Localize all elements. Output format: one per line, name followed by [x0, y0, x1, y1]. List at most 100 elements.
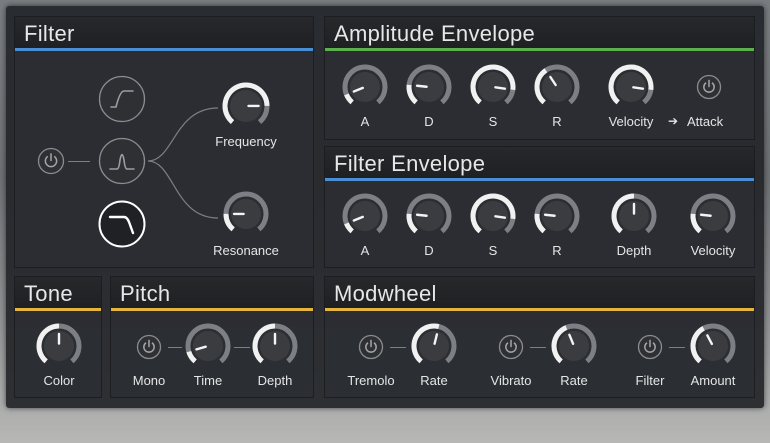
amp-release-label: R — [552, 114, 562, 129]
filter-env-attack-knob[interactable] — [342, 193, 388, 239]
amp-attack-label: A — [360, 114, 370, 129]
frequency-label: Frequency — [215, 134, 277, 149]
pitch-time-knob[interactable] — [185, 323, 231, 369]
tremolo-rate-label: Rate — [420, 373, 448, 388]
filter-env-sustain-knob[interactable] — [470, 193, 516, 239]
knob-dial — [690, 323, 736, 364]
knob-dial — [223, 191, 269, 232]
pitch-time-label: Time — [193, 373, 223, 388]
tremolo-rate-knob[interactable] — [411, 323, 457, 369]
knob-pointer — [632, 86, 645, 90]
pitch-header: Pitch — [111, 277, 313, 311]
pitch-knob-connector — [234, 347, 250, 348]
knob-dial — [608, 64, 654, 105]
filter-mode-bandpass-button[interactable] — [98, 137, 146, 185]
filter-mod-connector — [669, 347, 685, 348]
tremolo-connector — [390, 347, 406, 348]
filter-env-depth-label: Depth — [616, 243, 652, 258]
mono-label: Mono — [132, 373, 166, 388]
modwheel-header: Modwheel — [325, 277, 754, 311]
knob-dial — [534, 64, 580, 105]
power-icon — [637, 334, 663, 360]
filter-header: Filter — [15, 17, 313, 51]
knob-dial — [342, 64, 388, 105]
amp-decay-knob[interactable] — [406, 64, 452, 110]
resonance-knob[interactable] — [223, 191, 269, 237]
knob-dial — [222, 82, 270, 125]
modwheel-title: Modwheel — [334, 281, 437, 306]
filter-mod-power-button[interactable] — [637, 334, 663, 360]
knob-pointer — [543, 213, 556, 217]
amp-velocity-label: Velocity — [608, 114, 654, 129]
color-label: Color — [43, 373, 75, 388]
tremolo-label: Tremolo — [347, 373, 395, 388]
knob-dial — [411, 323, 457, 364]
amp-sustain-label: S — [488, 114, 498, 129]
power-icon — [358, 334, 384, 360]
amp-velocity-knob[interactable] — [608, 64, 654, 110]
knob-dial — [551, 323, 597, 364]
pitch-title: Pitch — [120, 281, 171, 306]
power-icon — [37, 147, 65, 175]
filter-mode-lowpass-button[interactable] — [98, 75, 146, 123]
tone-title: Tone — [24, 281, 73, 306]
power-icon — [696, 74, 722, 100]
knob-dial — [406, 64, 452, 105]
filter-envelope-title: Filter Envelope — [334, 151, 486, 176]
power-icon — [498, 334, 524, 360]
vibrato-power-button[interactable] — [498, 334, 524, 360]
vibrato-label: Vibrato — [490, 373, 532, 388]
filter-env-velocity-label: Velocity — [690, 243, 736, 258]
knob-dial — [470, 64, 516, 105]
attack-label: Attack — [687, 114, 724, 129]
lowpass-filter-icon — [98, 75, 146, 123]
filter-mod-amount-knob[interactable] — [690, 323, 736, 369]
filter-env-velocity-knob[interactable] — [690, 193, 736, 239]
vibrato-rate-label: Rate — [560, 373, 588, 388]
knob-dial — [36, 323, 82, 364]
filter-env-depth-knob[interactable] — [611, 193, 657, 239]
filter-env-decay-label: D — [424, 243, 434, 258]
vibrato-rate-knob[interactable] — [551, 323, 597, 369]
knob-dial — [470, 193, 516, 234]
filter-title: Filter — [24, 21, 75, 46]
pitch-depth-knob[interactable] — [252, 323, 298, 369]
knob-value-arc — [186, 350, 197, 364]
filter-env-decay-knob[interactable] — [406, 193, 452, 239]
knob-pointer — [699, 213, 712, 217]
resonance-label: Resonance — [213, 243, 279, 258]
knob-dial — [611, 193, 657, 234]
knob-dial — [252, 323, 298, 364]
pitch-depth-label: Depth — [257, 373, 293, 388]
filter-env-sustain-label: S — [488, 243, 498, 258]
knob-pointer — [494, 86, 507, 90]
bandpass-filter-icon — [98, 137, 146, 185]
mono-power-button[interactable] — [136, 334, 162, 360]
amp-envelope-title: Amplitude Envelope — [334, 21, 536, 46]
amp-release-knob[interactable] — [534, 64, 580, 110]
filter-power-button[interactable] — [37, 147, 65, 175]
knob-dial — [342, 193, 388, 234]
knob-dial — [406, 193, 452, 234]
power-icon — [136, 334, 162, 360]
knob-value-arc — [344, 93, 354, 105]
frequency-knob[interactable] — [222, 82, 270, 130]
filter-mod-label: Filter — [635, 373, 665, 388]
amp-attack-knob[interactable] — [342, 64, 388, 110]
mono-connector — [168, 347, 182, 348]
filter-power-connector — [68, 161, 90, 162]
filter-env-release-knob[interactable] — [534, 193, 580, 239]
knob-pointer — [415, 84, 428, 88]
amp-sustain-knob[interactable] — [470, 64, 516, 110]
vibrato-connector — [530, 347, 546, 348]
tone-header: Tone — [15, 277, 101, 311]
filter-mode-highcut-button[interactable] — [98, 200, 146, 248]
filter-env-attack-label: A — [360, 243, 370, 258]
highcut-filter-icon — [98, 200, 146, 248]
knob-pointer — [415, 213, 428, 217]
knob-pointer — [494, 215, 507, 219]
filter-routing-curves — [147, 107, 219, 219]
tremolo-power-button[interactable] — [358, 334, 384, 360]
color-knob[interactable] — [36, 323, 82, 369]
attack-power-button[interactable] — [696, 74, 722, 100]
